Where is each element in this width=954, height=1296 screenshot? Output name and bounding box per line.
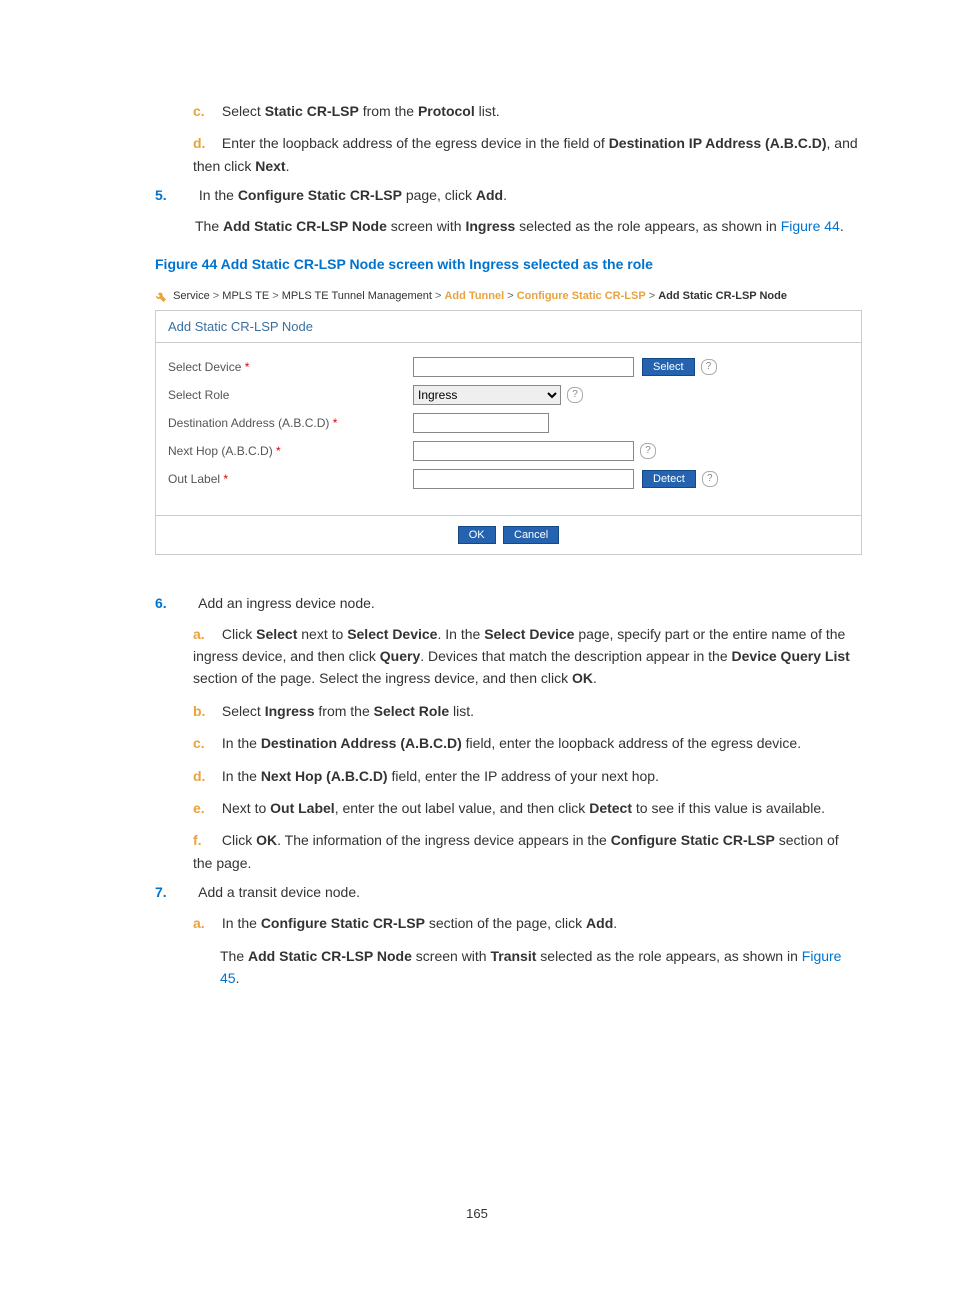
step-5-cont: The Add Static CR-LSP Node screen with I…	[195, 215, 859, 237]
figure-caption: Figure 44 Add Static CR-LSP Node screen …	[155, 256, 859, 272]
step6-b: b. Select Ingress from the Select Role l…	[193, 700, 859, 722]
detect-button[interactable]: Detect	[642, 470, 696, 488]
num-5: 5.	[155, 187, 195, 203]
step7-a: a. In the Configure Static CR-LSP sectio…	[193, 912, 859, 934]
bc-add-tunnel[interactable]: Add Tunnel	[444, 290, 504, 302]
panel-title: Add Static CR-LSP Node	[155, 310, 862, 342]
page-number: 165	[0, 1206, 954, 1221]
step6-a: a. Click Select next to Select Device. I…	[193, 623, 859, 690]
row-out-label: Out Label * Detect ?	[168, 469, 849, 489]
figure-44-link[interactable]: Figure 44	[781, 218, 840, 234]
select-device-input[interactable]	[413, 357, 634, 377]
step7-a-cont: The Add Static CR-LSP Node screen with T…	[220, 945, 859, 990]
help-icon[interactable]: ?	[702, 471, 718, 487]
wrench-icon	[155, 290, 167, 302]
cancel-button[interactable]: Cancel	[503, 526, 559, 544]
help-icon[interactable]: ?	[567, 387, 583, 403]
step6-c: c. In the Destination Address (A.B.C.D) …	[193, 732, 859, 754]
screenshot-panel: Service > MPLS TE > MPLS TE Tunnel Manag…	[155, 290, 862, 555]
substep-c: c. Select Static CR-LSP from the Protoco…	[193, 100, 859, 122]
help-icon[interactable]: ?	[701, 359, 717, 375]
next-hop-input[interactable]	[413, 441, 634, 461]
num-7: 7.	[155, 884, 195, 900]
letter-c: c.	[193, 100, 218, 122]
help-icon[interactable]: ?	[640, 443, 656, 459]
letter-d: d.	[193, 132, 218, 154]
num-6: 6.	[155, 595, 195, 611]
step6-f: f. Click OK. The information of the ingr…	[193, 829, 859, 874]
step-5: 5. In the Configure Static CR-LSP page, …	[155, 187, 859, 203]
select-role-dropdown[interactable]: Ingress	[413, 385, 561, 405]
row-next-hop: Next Hop (A.B.C.D) * ?	[168, 441, 849, 461]
step-6: 6. Add an ingress device node.	[155, 595, 859, 611]
step-7: 7. Add a transit device node.	[155, 884, 859, 900]
select-button[interactable]: Select	[642, 358, 695, 376]
panel-foot: OK Cancel	[155, 516, 862, 555]
row-select-role: Select Role Ingress ?	[168, 385, 849, 405]
ok-button[interactable]: OK	[458, 526, 496, 544]
bc-configure-static[interactable]: Configure Static CR-LSP	[517, 290, 646, 302]
dest-addr-input[interactable]	[413, 413, 549, 433]
panel-body: Select Device * Select ? Select Role Ing…	[155, 342, 862, 516]
step6-d: d. In the Next Hop (A.B.C.D) field, ente…	[193, 765, 859, 787]
breadcrumb: Service > MPLS TE > MPLS TE Tunnel Manag…	[155, 290, 862, 310]
step6-e: e. Next to Out Label, enter the out labe…	[193, 797, 859, 819]
substep-d: d. Enter the loopback address of the egr…	[193, 132, 859, 177]
out-label-input[interactable]	[413, 469, 634, 489]
row-dest-addr: Destination Address (A.B.C.D) *	[168, 413, 849, 433]
row-select-device: Select Device * Select ?	[168, 357, 849, 377]
